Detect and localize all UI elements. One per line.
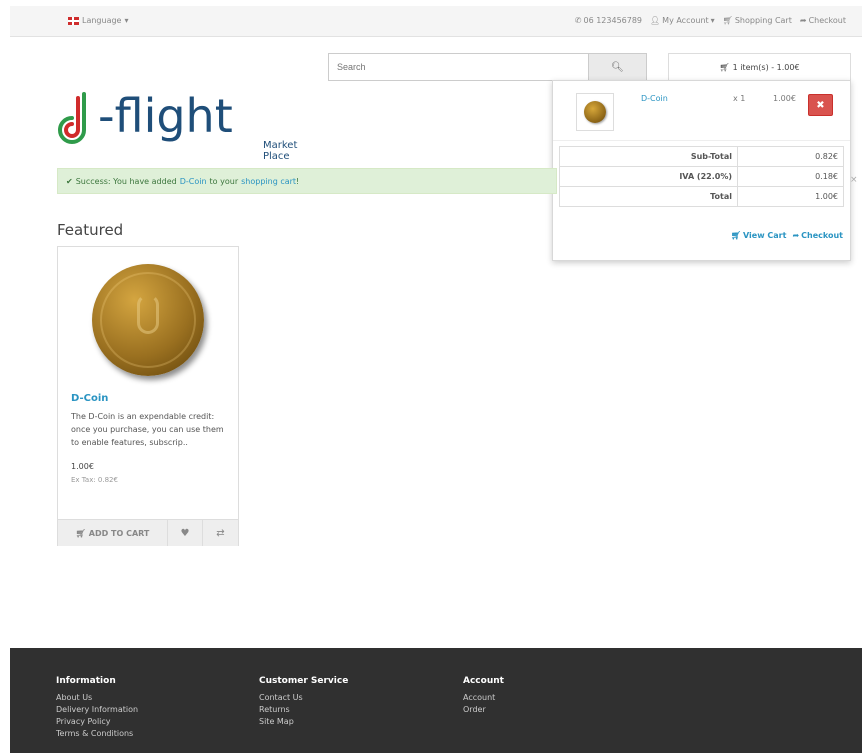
d-logo-mark-icon: [137, 294, 159, 334]
heart-icon: ♥: [180, 527, 190, 539]
product-actions: 🛒︎ ADD TO CART ♥ ⇄: [58, 519, 238, 546]
footer-heading: Customer Service: [259, 676, 349, 686]
wishlist-button[interactable]: ♥: [168, 520, 203, 546]
top-bar: Language ▾ ✆ 06 123456789 👤︎ My Account ▾ 🛒…: [10, 6, 862, 37]
cart-icon: 🛒︎: [730, 231, 741, 240]
footer-column-information: Information About Us Delivery Informatio…: [56, 676, 138, 740]
search-bar: 🔍︎: [328, 53, 647, 81]
cart-item-price: 1.00€: [773, 94, 796, 103]
site-logo[interactable]: -flight Market Place: [58, 88, 318, 162]
cart-totals-table: Sub-Total 0.82€ IVA (22.0%) 0.18€ Total 1.0…: [559, 146, 844, 207]
alert-close-icon[interactable]: ×: [850, 175, 858, 185]
product-description: The D-Coin is an expendable credit: once…: [71, 412, 224, 447]
footer-link[interactable]: Account: [463, 692, 504, 704]
footer-link[interactable]: Delivery Information: [56, 704, 138, 716]
phone-icon: ✆: [574, 16, 582, 25]
logo-subtitle: Market Place: [263, 140, 298, 162]
top-links: ✆ 06 123456789 👤︎ My Account ▾ 🛒︎ Shopping C…: [575, 16, 846, 25]
cart-item: D-Coin x 1 1.00€ ✖: [553, 81, 850, 141]
cart-item-name[interactable]: D-Coin: [641, 94, 668, 103]
check-circle-icon: ✔: [66, 176, 73, 186]
share-arrow-icon: ➦: [792, 231, 800, 240]
cart-icon: 🛒︎: [722, 16, 733, 25]
view-cart-link[interactable]: 🛒︎ View Cart: [731, 231, 787, 240]
table-row: IVA (22.0%) 0.18€: [559, 166, 844, 187]
footer: Information About Us Delivery Informatio…: [10, 648, 862, 753]
shopping-cart-link[interactable]: 🛒︎ Shopping Cart: [723, 16, 792, 25]
uk-flag-icon: [68, 16, 79, 25]
my-account-link[interactable]: 👤︎ My Account ▾: [650, 16, 715, 25]
checkout-link[interactable]: ➦ Checkout: [800, 16, 846, 25]
cart-item-qty: x 1: [733, 94, 746, 103]
cart-button[interactable]: 🛒︎ 1 item(s) - 1.00€: [668, 53, 851, 81]
table-row: Total 1.00€: [559, 186, 844, 207]
footer-link[interactable]: Contact Us: [259, 692, 348, 704]
search-input[interactable]: [328, 53, 588, 81]
cart-summary: 1 item(s) - 1.00€: [732, 63, 800, 72]
caret-down-icon: ▾: [710, 16, 715, 25]
product-image[interactable]: [80, 253, 216, 387]
coin-image: [92, 264, 204, 376]
footer-column-account: Account Account Order: [463, 676, 504, 716]
share-arrow-icon: ➦: [799, 16, 807, 25]
remove-item-button[interactable]: ✖: [808, 94, 833, 116]
footer-heading: Account: [463, 676, 504, 686]
footer-link[interactable]: Order: [463, 704, 504, 716]
footer-link[interactable]: Site Map: [259, 716, 348, 728]
checkout-link[interactable]: ➦ Checkout: [792, 231, 843, 240]
footer-column-customer-service: Customer Service Contact Us Returns Site…: [259, 676, 348, 728]
search-button[interactable]: 🔍︎: [588, 53, 647, 81]
product-ex-tax: Ex Tax: 0.82€: [71, 476, 118, 484]
language-selector[interactable]: Language ▾: [68, 16, 129, 25]
alert-cart-link[interactable]: shopping cart: [241, 177, 296, 186]
close-icon: ✖: [816, 99, 825, 111]
product-name[interactable]: D-Coin: [71, 393, 108, 404]
footer-link[interactable]: Terms & Conditions: [56, 728, 138, 740]
search-icon: 🔍︎: [611, 61, 624, 73]
footer-link[interactable]: Privacy Policy: [56, 716, 138, 728]
product-price: 1.00€: [71, 462, 94, 471]
success-alert: ✔ Success: You have added D-Coin to your…: [57, 168, 557, 194]
alert-product-link[interactable]: D-Coin: [180, 177, 207, 186]
cart-links: 🛒︎ View Cart ➦ Checkout: [731, 231, 843, 240]
phone-link[interactable]: ✆ 06 123456789: [575, 16, 642, 25]
user-icon: 👤︎: [650, 16, 661, 25]
footer-link[interactable]: About Us: [56, 692, 138, 704]
table-row: Sub-Total 0.82€: [559, 146, 844, 167]
cart-icon: 🛒︎: [75, 528, 86, 538]
svg-text:-flight: -flight: [98, 89, 233, 143]
cart-item-thumbnail[interactable]: [576, 93, 614, 131]
coin-image: [584, 101, 606, 123]
exchange-icon: ⇄: [216, 527, 225, 539]
language-label: Language: [82, 16, 122, 25]
footer-link[interactable]: Returns: [259, 704, 348, 716]
cart-dropdown: D-Coin x 1 1.00€ ✖ Sub-Total 0.82€ IVA (2…: [552, 80, 851, 261]
product-card: D-Coin The D-Coin is an expendable credi…: [57, 246, 239, 546]
featured-heading: Featured: [57, 221, 124, 239]
add-to-cart-button[interactable]: 🛒︎ ADD TO CART: [58, 520, 168, 546]
caret-down-icon: ▾: [124, 16, 129, 25]
compare-button[interactable]: ⇄: [203, 520, 238, 546]
cart-icon: 🛒︎: [719, 63, 730, 72]
footer-heading: Information: [56, 676, 116, 686]
